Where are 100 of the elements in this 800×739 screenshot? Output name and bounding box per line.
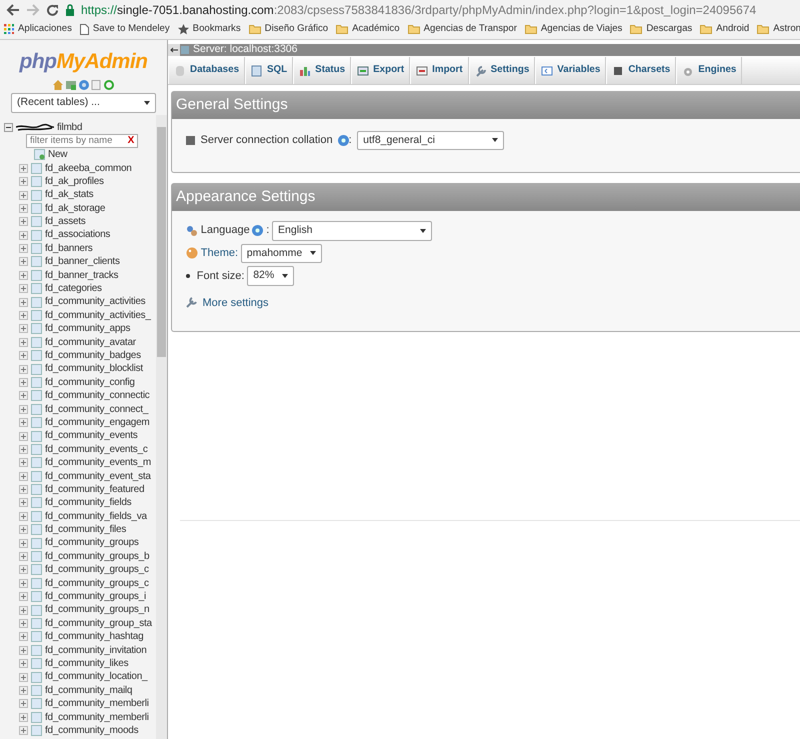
clear-filter-button[interactable]: X xyxy=(128,134,134,148)
table-link[interactable]: fd_community_location_ xyxy=(45,670,148,684)
expand-icon[interactable] xyxy=(19,177,28,186)
expand-icon[interactable] xyxy=(19,458,28,468)
table-link[interactable]: fd_community_likes xyxy=(45,656,128,670)
collation-dropdown[interactable]: utf8_general_ci xyxy=(357,130,504,150)
setting-dropdown[interactable]: 82% xyxy=(247,266,294,286)
table-link[interactable]: fd_community_connect_ xyxy=(45,402,148,416)
help-icon[interactable] xyxy=(78,80,88,90)
table-icon[interactable] xyxy=(31,336,42,348)
table-icon[interactable] xyxy=(31,564,42,576)
bookmark-link[interactable]: Descargas xyxy=(646,22,692,37)
table-icon[interactable] xyxy=(31,538,42,549)
table-link[interactable]: fd_community_group_sta xyxy=(45,616,152,630)
table-icon[interactable] xyxy=(31,631,42,642)
table-link[interactable]: fd_community_groups_c xyxy=(45,563,149,577)
table-icon[interactable] xyxy=(31,591,42,602)
table-link[interactable]: fd_community_groups_i xyxy=(45,590,146,604)
expand-icon[interactable] xyxy=(19,217,28,226)
table-link[interactable]: fd_akeeba_common xyxy=(45,162,132,175)
table-link[interactable]: fd_community_groups_n xyxy=(45,603,150,617)
table-link[interactable]: fd_community_groups_b xyxy=(45,550,150,564)
table-icon[interactable] xyxy=(31,350,42,362)
expand-icon[interactable] xyxy=(19,298,28,307)
table-link[interactable]: fd_community_event_sta xyxy=(45,470,151,483)
expand-icon[interactable] xyxy=(19,538,28,548)
tab[interactable]: Status xyxy=(293,57,352,84)
expand-icon[interactable] xyxy=(19,712,28,722)
tab[interactable]: Databases xyxy=(168,57,246,84)
table-link[interactable]: fd_community_blocklist xyxy=(45,362,143,376)
expand-icon[interactable] xyxy=(19,230,28,240)
theme-link[interactable]: Theme: xyxy=(200,245,238,262)
table-icon[interactable] xyxy=(31,190,42,200)
expand-icon[interactable] xyxy=(19,525,28,534)
expand-icon[interactable] xyxy=(19,270,28,280)
expand-icon[interactable] xyxy=(19,391,28,400)
table-link[interactable]: fd_assets xyxy=(45,215,86,228)
table-icon[interactable] xyxy=(31,283,42,294)
table-icon[interactable] xyxy=(31,698,42,710)
expand-icon[interactable] xyxy=(19,659,28,668)
help-icon[interactable] xyxy=(252,225,264,236)
table-link[interactable]: fd_associations xyxy=(45,228,110,242)
table-link[interactable]: fd_community_hashtag xyxy=(45,630,144,644)
table-icon[interactable] xyxy=(31,457,42,468)
table-icon[interactable] xyxy=(31,578,42,589)
expand-icon[interactable] xyxy=(19,311,28,320)
table-icon[interactable] xyxy=(31,216,42,228)
bookmark-link[interactable]: Agencias de Viajes xyxy=(540,22,622,37)
table-icon[interactable] xyxy=(31,230,42,241)
expand-icon[interactable] xyxy=(19,244,28,254)
expand-icon[interactable] xyxy=(19,404,28,414)
expand-icon[interactable] xyxy=(19,257,28,266)
table-icon[interactable] xyxy=(31,524,42,536)
table-link[interactable]: fd_community_invitation xyxy=(45,644,147,657)
table-icon[interactable] xyxy=(31,444,42,455)
expand-icon[interactable] xyxy=(19,204,28,213)
expand-icon[interactable] xyxy=(19,646,28,655)
table-icon[interactable] xyxy=(31,176,42,188)
back-icon[interactable] xyxy=(6,4,20,16)
expand-icon[interactable] xyxy=(19,578,28,588)
expand-icon[interactable] xyxy=(19,699,28,708)
table-icon[interactable] xyxy=(31,604,42,616)
table-link[interactable]: fd_community_apps xyxy=(45,322,130,336)
forward-icon[interactable] xyxy=(26,4,40,16)
table-icon[interactable] xyxy=(31,364,42,375)
tab[interactable]: Settings xyxy=(468,57,536,84)
tab[interactable]: Variables xyxy=(535,57,606,84)
expand-icon[interactable] xyxy=(19,592,28,602)
table-link[interactable]: fd_banners xyxy=(45,242,93,256)
expand-icon[interactable] xyxy=(19,498,28,508)
expand-icon[interactable] xyxy=(19,338,28,347)
table-icon[interactable] xyxy=(31,296,42,308)
table-icon[interactable] xyxy=(31,270,42,281)
expand-icon[interactable] xyxy=(19,565,28,574)
document-icon[interactable] xyxy=(91,80,102,90)
bookmark-link[interactable]: Diseño Gráfico xyxy=(264,22,328,37)
setting-dropdown[interactable]: pmahomme xyxy=(240,244,322,264)
table-icon[interactable] xyxy=(31,417,42,428)
expand-icon[interactable] xyxy=(19,686,28,695)
table-icon[interactable] xyxy=(31,202,42,214)
bookmark-link[interactable]: Académico xyxy=(352,22,400,37)
table-icon[interactable] xyxy=(31,551,42,562)
table-link[interactable]: fd_community_config xyxy=(45,376,135,390)
expand-icon[interactable] xyxy=(19,632,28,642)
table-link[interactable]: fd_community_groups_c xyxy=(45,576,149,590)
table-link[interactable]: fd_community_fields_va xyxy=(45,510,147,524)
table-link[interactable]: fd_community_badges xyxy=(45,349,141,362)
table-link[interactable]: fd_community_mailq xyxy=(45,684,132,698)
table-icon[interactable] xyxy=(31,712,42,723)
table-link[interactable]: fd_community_activities xyxy=(45,295,146,309)
filter-field[interactable]: filter items by name X xyxy=(26,134,138,148)
collapse-sidebar-button[interactable] xyxy=(168,44,180,56)
table-link[interactable]: fd_ak_stats xyxy=(45,188,94,202)
table-link[interactable]: fd_ak_profiles xyxy=(45,174,104,188)
table-icon[interactable] xyxy=(31,672,42,683)
table-icon[interactable] xyxy=(31,644,42,656)
expand-icon[interactable] xyxy=(19,364,28,374)
table-icon[interactable] xyxy=(31,658,42,670)
scrollbar-thumb[interactable] xyxy=(157,127,166,357)
expand-icon[interactable] xyxy=(19,552,28,562)
